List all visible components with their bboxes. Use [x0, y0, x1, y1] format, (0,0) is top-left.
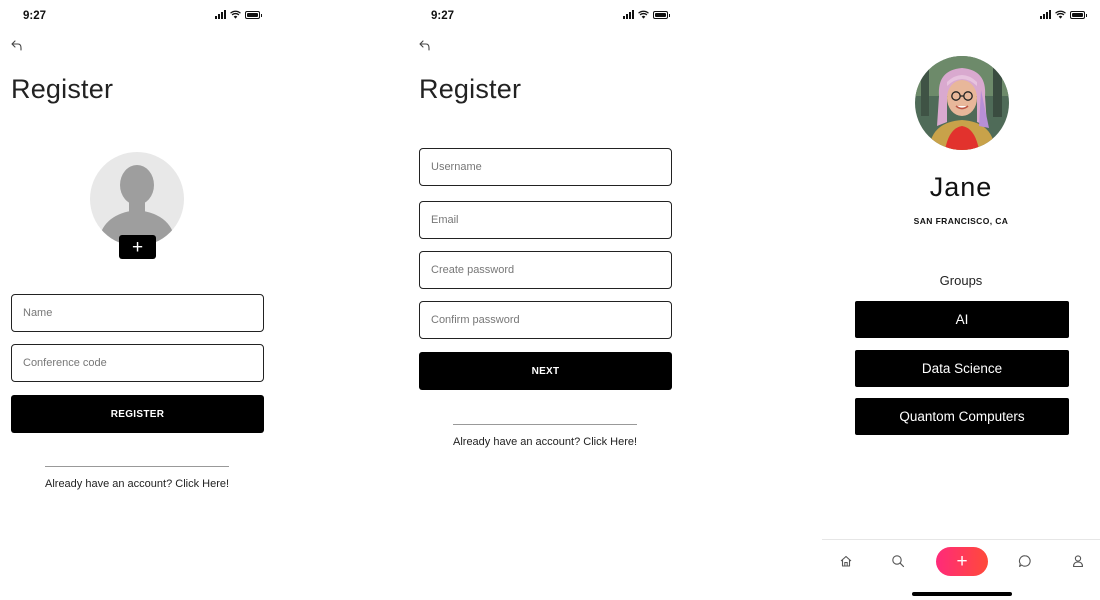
conference-code-input[interactable] — [23, 357, 252, 369]
email-input[interactable] — [431, 214, 660, 226]
status-icons — [1040, 10, 1087, 19]
wifi-icon — [638, 10, 649, 19]
status-bar — [822, 0, 1100, 34]
register-button[interactable]: REGISTER — [11, 395, 264, 433]
group-button-ai[interactable]: AI — [855, 301, 1069, 338]
group-button-quantom-computers[interactable]: Quantom Computers — [855, 398, 1069, 435]
person-silhouette-icon — [98, 165, 176, 246]
chat-icon[interactable] — [1018, 554, 1032, 568]
profile-screen: Jane SAN FRANCISCO, CA Groups AI Data Sc… — [822, 0, 1100, 600]
status-time: 9:27 — [23, 10, 47, 22]
name-field[interactable] — [11, 294, 264, 332]
status-time: 9:27 — [431, 10, 455, 22]
group-button-data-science[interactable]: Data Science — [855, 350, 1069, 387]
page-title: Register — [11, 74, 114, 104]
profile-photo — [915, 56, 1009, 150]
signal-icon — [623, 10, 634, 19]
conference-code-field[interactable] — [11, 344, 264, 382]
home-icon[interactable] — [839, 554, 853, 568]
groups-heading: Groups — [939, 273, 983, 288]
status-bar: 9:27 — [0, 0, 275, 34]
divider — [45, 466, 229, 467]
home-indicator — [912, 592, 1012, 596]
battery-icon — [1070, 10, 1087, 19]
wifi-icon — [230, 10, 241, 19]
profile-location: SAN FRANCISCO, CA — [913, 216, 1009, 226]
login-link[interactable]: Already have an account? Click Here! — [45, 478, 229, 490]
bottom-tab-bar: + — [822, 539, 1100, 600]
username-input[interactable] — [431, 161, 660, 173]
status-bar: 9:27 — [408, 0, 683, 34]
profile-portrait — [915, 56, 1009, 150]
confirm-password-field[interactable] — [419, 301, 672, 339]
name-input[interactable] — [23, 307, 252, 319]
add-photo-button[interactable]: + — [119, 235, 156, 259]
register-screen: 9:27 Register + REGISTER Already have an… — [0, 0, 275, 600]
avatar-placeholder[interactable] — [90, 152, 184, 246]
login-link[interactable]: Already have an account? Click Here! — [453, 436, 637, 448]
signal-icon — [1040, 10, 1051, 19]
page-title: Register — [419, 74, 522, 104]
back-icon[interactable] — [417, 40, 433, 54]
status-icons — [215, 10, 262, 19]
add-button[interactable]: + — [936, 547, 988, 576]
wifi-icon — [1055, 10, 1066, 19]
next-button[interactable]: NEXT — [419, 352, 672, 390]
search-icon[interactable] — [891, 554, 905, 568]
battery-icon — [653, 10, 670, 19]
username-field[interactable] — [419, 148, 672, 186]
create-password-field[interactable] — [419, 251, 672, 289]
battery-icon — [245, 10, 262, 19]
profile-icon[interactable] — [1071, 554, 1085, 568]
profile-name: Jane — [929, 172, 993, 202]
status-icons — [623, 10, 670, 19]
create-password-input[interactable] — [431, 264, 660, 276]
email-field[interactable] — [419, 201, 672, 239]
signal-icon — [215, 10, 226, 19]
register-details-screen: 9:27 Register NEXT Already have an accou… — [408, 0, 683, 600]
confirm-password-input[interactable] — [431, 314, 660, 326]
back-icon[interactable] — [9, 40, 25, 54]
divider — [453, 424, 637, 425]
